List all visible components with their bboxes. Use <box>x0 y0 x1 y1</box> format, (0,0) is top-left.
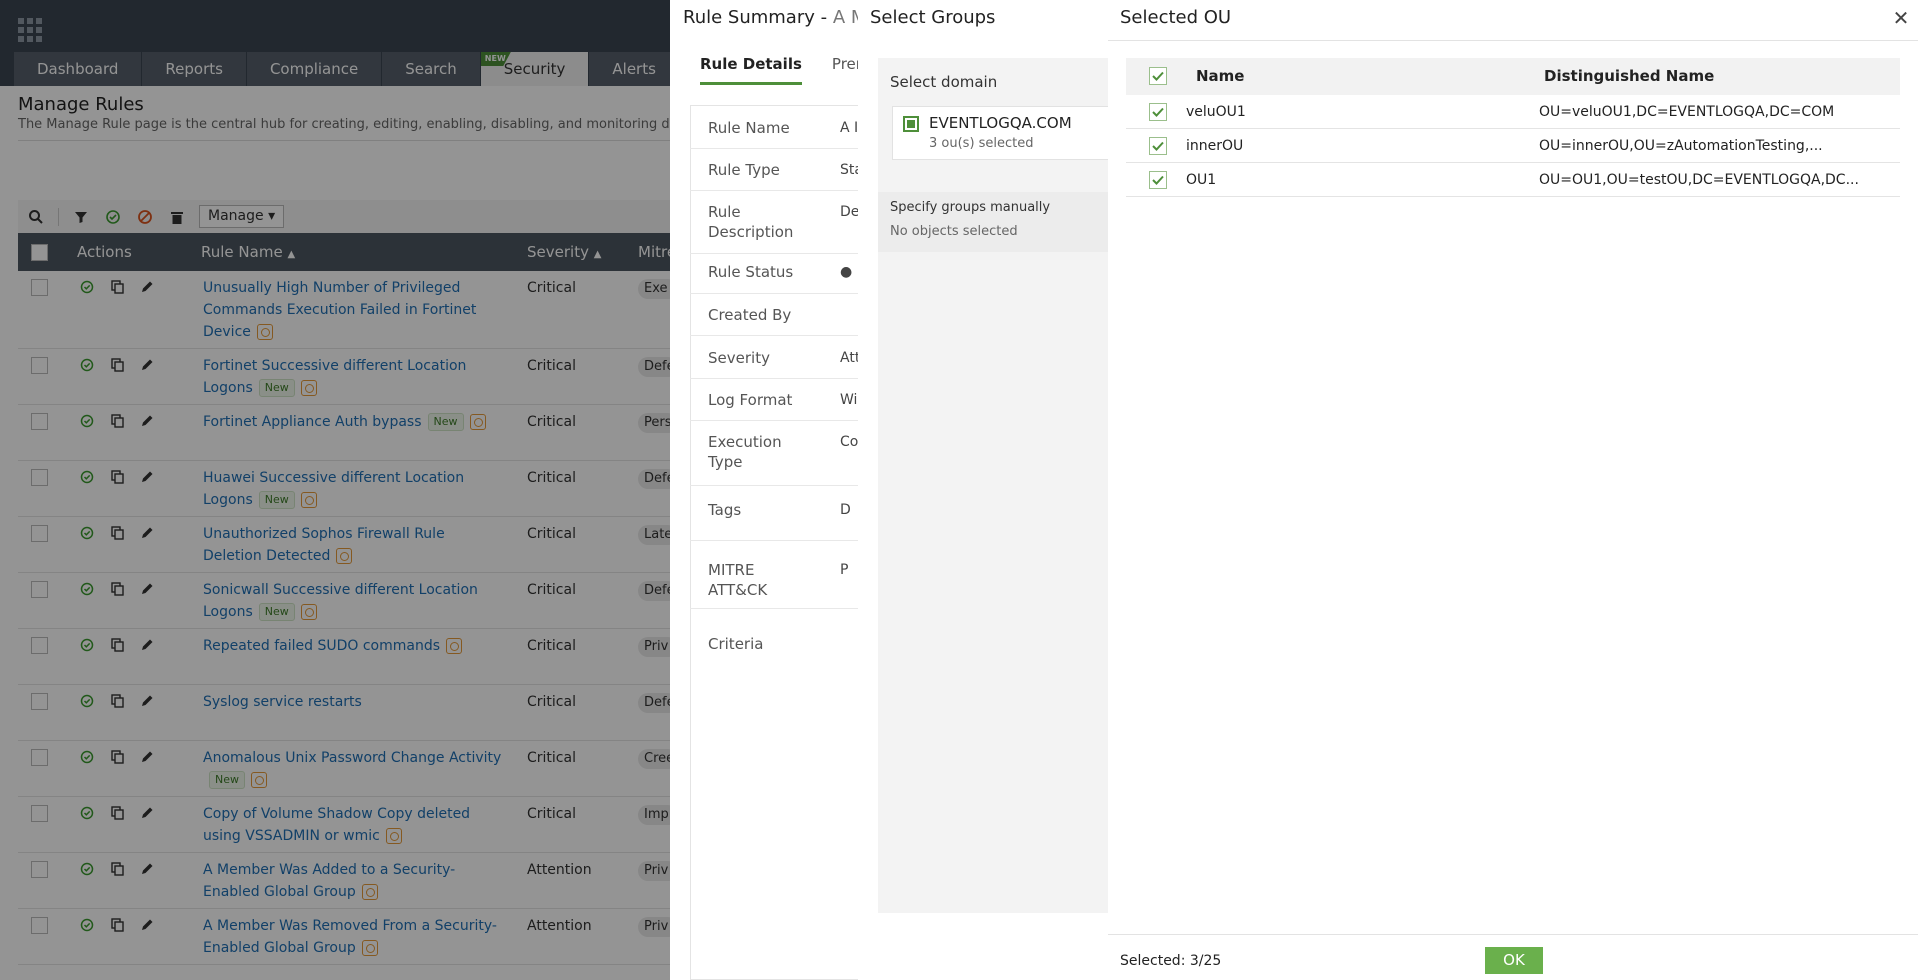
rule-summary-tabs: Rule Details Prere <box>700 55 871 85</box>
selected-ou-panel: Selected OU ✕ Name Distinguished Name ve… <box>1108 0 1918 980</box>
field-label: Rule Name <box>708 119 790 137</box>
domain-name: EVENTLOGQA.COM <box>929 114 1072 132</box>
field-label: Rule Status <box>708 263 794 281</box>
select-all-ou-checkbox[interactable] <box>1149 67 1167 85</box>
ou-distinguished-name: OU=veluOU1,DC=EVENTLOGQA,DC=COM <box>1539 104 1835 120</box>
domain-selected-count: 3 ou(s) selected <box>929 136 1034 151</box>
field-label: Rule Description <box>708 203 794 241</box>
ou-checkbox[interactable] <box>1149 171 1167 189</box>
field-label: Criteria <box>708 635 764 653</box>
selected-ou-title: Selected OU <box>1120 7 1232 28</box>
field-label: Rule Type <box>708 161 780 179</box>
ou-distinguished-name: OU=OU1,OU=testOU,DC=EVENTLOGQA,DC... <box>1539 172 1859 188</box>
ou-name: OU1 <box>1186 172 1217 188</box>
selected-count: Selected: 3/25 <box>1120 953 1222 969</box>
ou-table-header: Name Distinguished Name <box>1126 58 1900 95</box>
ou-distinguished-name: OU=innerOU,OU=zAutomationTesting,... <box>1539 138 1823 154</box>
close-icon[interactable]: ✕ <box>1890 7 1912 29</box>
tab-rule-details[interactable]: Rule Details <box>700 55 802 85</box>
divider <box>1108 40 1918 41</box>
field-value: De <box>840 204 860 220</box>
field-value: A I <box>840 120 859 136</box>
divider <box>1108 934 1918 935</box>
ou-row[interactable]: OU1 OU=OU1,OU=testOU,DC=EVENTLOGQA,DC... <box>1126 164 1900 197</box>
check-icon <box>1152 107 1164 117</box>
field-label: Tags <box>708 501 742 519</box>
field-value: Co <box>840 434 859 450</box>
ou-row[interactable]: veluOU1 OU=veluOU1,DC=EVENTLOGQA,DC=COM <box>1126 96 1900 129</box>
ou-row[interactable]: innerOU OU=innerOU,OU=zAutomationTesting,… <box>1126 130 1900 163</box>
ok-button[interactable]: OK <box>1485 947 1543 974</box>
ou-name: veluOU1 <box>1186 104 1246 120</box>
field-label: MITRE ATT&CK <box>708 561 768 599</box>
manual-groups-label: Specify groups manually <box>890 200 1051 215</box>
select-groups-title: Select Groups <box>870 7 996 28</box>
check-icon <box>1152 175 1164 185</box>
header-name: Name <box>1196 67 1245 85</box>
field-value: P <box>840 562 849 578</box>
domain-partial-checkbox[interactable] <box>903 116 919 132</box>
ou-checkbox[interactable] <box>1149 137 1167 155</box>
ou-name: innerOU <box>1186 138 1244 154</box>
field-label: Created By <box>708 306 792 324</box>
field-label: Log Format <box>708 391 793 409</box>
field-label: Execution Type <box>708 433 782 471</box>
field-value: ● <box>840 264 853 280</box>
check-icon <box>1152 141 1164 151</box>
select-domain-label: Select domain <box>890 73 998 91</box>
ou-checkbox[interactable] <box>1149 103 1167 121</box>
field-value: D <box>840 502 851 518</box>
field-label: Severity <box>708 349 770 367</box>
manual-groups-empty: No objects selected <box>890 224 1018 239</box>
check-icon <box>1152 71 1164 81</box>
field-value: Wi <box>840 392 858 408</box>
header-distinguished-name: Distinguished Name <box>1544 67 1715 85</box>
